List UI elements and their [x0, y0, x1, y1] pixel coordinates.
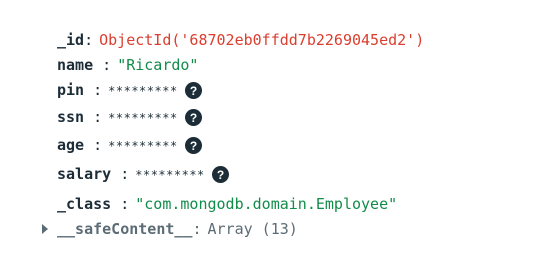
- svg-text:?: ?: [217, 168, 224, 182]
- field-colon: :: [84, 31, 94, 49]
- field-age: age : ********* ?: [57, 134, 202, 156]
- field-colon: :: [93, 56, 112, 74]
- svg-text:?: ?: [190, 84, 197, 98]
- field-colon: :: [84, 108, 103, 126]
- question-circle-icon[interactable]: ?: [184, 136, 202, 154]
- field-colon: :: [192, 220, 202, 238]
- field-id: _id: ObjectId('68702eb0ffdd7b2269045ed2'): [57, 29, 424, 51]
- encrypted-value: *********: [135, 168, 205, 182]
- field-class: _class : "com.mongodb.domain.Employee": [57, 193, 397, 215]
- field-safe-content[interactable]: __safeContent__: Array (13): [57, 218, 298, 240]
- question-circle-icon[interactable]: ?: [184, 81, 202, 99]
- encrypted-value: *********: [108, 111, 178, 125]
- field-key: name: [57, 56, 94, 74]
- encrypted-value: *********: [108, 84, 178, 98]
- field-value-string: "Ricardo": [117, 56, 199, 74]
- field-colon: :: [84, 136, 103, 154]
- field-name: name : "Ricardo": [57, 54, 198, 76]
- field-key: _id: [57, 31, 85, 49]
- field-salary: salary : ********* ?: [57, 163, 229, 185]
- svg-text:?: ?: [190, 111, 197, 125]
- question-circle-icon[interactable]: ?: [211, 165, 229, 183]
- field-ssn: ssn : ********* ?: [57, 106, 202, 128]
- field-value-objectid: ObjectId('68702eb0ffdd7b2269045ed2'): [99, 31, 425, 49]
- field-key: __safeContent__: [57, 220, 193, 238]
- field-value-array-summary: Array (13): [207, 220, 298, 238]
- field-colon: :: [111, 195, 130, 213]
- field-key: pin: [57, 81, 85, 99]
- field-key: salary: [57, 165, 112, 183]
- svg-text:?: ?: [190, 139, 197, 153]
- document-viewer: _id: ObjectId('68702eb0ffdd7b2269045ed2')…: [0, 0, 535, 278]
- question-circle-icon[interactable]: ?: [184, 108, 202, 126]
- field-pin: pin : ********* ?: [57, 79, 202, 101]
- field-colon: :: [111, 165, 130, 183]
- field-value-string: "com.mongodb.domain.Employee": [135, 195, 398, 213]
- field-colon: :: [84, 81, 103, 99]
- caret-right-icon[interactable]: [40, 223, 50, 235]
- field-key: age: [57, 136, 85, 154]
- field-key: ssn: [57, 108, 85, 126]
- field-key: _class: [57, 195, 112, 213]
- encrypted-value: *********: [108, 139, 178, 153]
